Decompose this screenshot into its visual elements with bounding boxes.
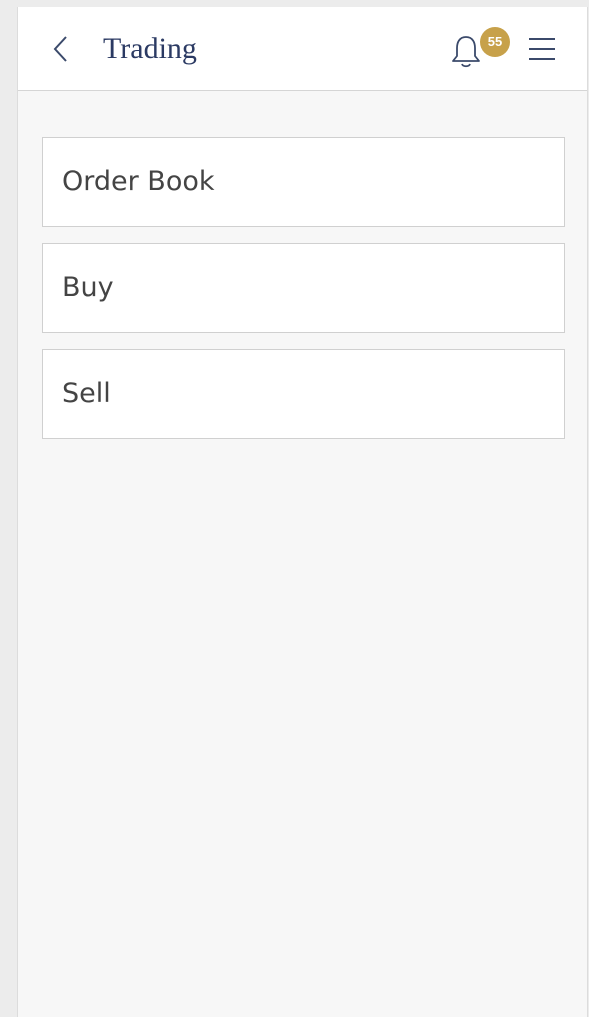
list-item-order-book[interactable]: Order Book (42, 137, 565, 227)
notification-badge: 55 (480, 27, 510, 57)
list-item-sell[interactable]: Sell (42, 349, 565, 439)
menu-line-icon (529, 48, 555, 50)
trading-options-list: Order Book Buy Sell (42, 137, 565, 455)
menu-line-icon (529, 38, 555, 40)
bell-icon (452, 36, 480, 68)
top-header: Trading 55 (18, 7, 587, 91)
chevron-left-icon (53, 36, 67, 62)
menu-line-icon (529, 58, 555, 60)
hamburger-menu-button[interactable] (529, 38, 555, 62)
back-button[interactable] (46, 31, 74, 67)
notifications-button[interactable] (450, 31, 482, 71)
app-screen: Trading 55 Order Book Buy Sell (17, 7, 588, 1017)
list-item-buy[interactable]: Buy (42, 243, 565, 333)
page-title: Trading (103, 32, 197, 65)
